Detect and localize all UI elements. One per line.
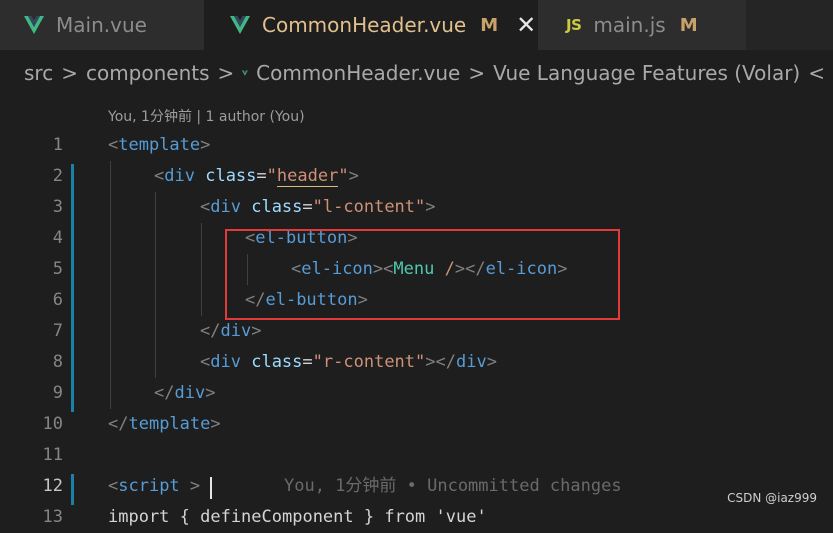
attr-value: header xyxy=(276,166,339,187)
code-line[interactable]: 8 <div class="r-content"></div> xyxy=(0,347,833,378)
tag-name: div xyxy=(174,383,206,403)
line-number: 4 xyxy=(52,228,63,248)
tag-name: div xyxy=(210,352,241,372)
line-number: 10 xyxy=(42,414,63,434)
tag-name: script xyxy=(118,476,180,496)
chevron-right-icon: > xyxy=(61,61,78,85)
code-text: <template> xyxy=(108,135,211,155)
tag-name: template xyxy=(118,135,201,155)
watermark: CSDN @iaz999 xyxy=(727,491,817,505)
line-number: 12 xyxy=(42,476,63,496)
code-text: <div class="header"> xyxy=(154,166,359,187)
code-text: </template> xyxy=(108,414,221,434)
tag-name: template xyxy=(128,414,211,434)
line-number: 13 xyxy=(42,507,63,527)
vue-icon xyxy=(24,16,44,34)
code-line[interactable]: 3 <div class="l-content"> xyxy=(0,192,833,223)
tab-commonheader-vue[interactable]: CommonHeader.vue M ✕ xyxy=(204,0,538,50)
close-tab-icon[interactable]: ✕ xyxy=(516,13,536,37)
code-line[interactable]: 2 <div class="header"> xyxy=(0,161,833,192)
breadcrumb: src > components > CommonHeader.vue > Vu… xyxy=(0,50,833,96)
inline-blame: You, 1分钟前 • Uncommitted changes xyxy=(284,476,622,496)
js-icon: JS xyxy=(566,16,582,34)
line-number: 1 xyxy=(52,135,63,155)
line-number: 2 xyxy=(52,166,63,186)
chevron-left-icon[interactable]: < xyxy=(808,61,825,85)
tag-name: div xyxy=(210,197,241,217)
tab-label: CommonHeader.vue xyxy=(262,13,467,37)
git-blame-codelens[interactable]: You, 1分钟前 | 1 author (You) xyxy=(108,106,305,126)
editor-tab-bar: Main.vue CommonHeader.vue M ✕ JS main.js… xyxy=(0,0,833,50)
line-number: 7 xyxy=(52,321,63,341)
code-line[interactable]: 13 import { defineComponent } from 'vue' xyxy=(0,502,833,533)
code-text: </div> xyxy=(154,383,216,403)
code-text: </div> xyxy=(200,321,262,341)
line-number: 5 xyxy=(52,259,63,279)
line-number: 9 xyxy=(52,383,63,403)
code-line[interactable]: 10 </template> xyxy=(0,409,833,440)
code-line[interactable]: 1 <template> xyxy=(0,130,833,161)
tag-name: div xyxy=(220,321,252,341)
text-cursor xyxy=(210,477,212,499)
line-number: 8 xyxy=(52,352,63,372)
code-text: <script > xyxy=(108,476,201,496)
code-text: import { defineComponent } from 'vue' xyxy=(108,507,487,527)
tag-name: div xyxy=(456,352,487,372)
breadcrumb-symbol[interactable]: Vue Language Features (Volar) xyxy=(493,61,800,85)
code-line[interactable]: 7 </div> xyxy=(0,316,833,347)
breadcrumb-file[interactable]: CommonHeader.vue xyxy=(256,61,460,85)
vue-icon xyxy=(242,70,249,76)
chevron-right-icon: > xyxy=(217,61,235,85)
attr-value: l-content xyxy=(322,197,416,217)
attr-name: class xyxy=(251,197,303,217)
tag-name: div xyxy=(164,166,195,186)
breadcrumb-components[interactable]: components xyxy=(86,61,210,85)
code-text: <div class="r-content"></div> xyxy=(200,352,497,372)
code-line[interactable]: 12 <script > You, 1分钟前 • Uncommitted cha… xyxy=(0,471,833,502)
code-text: <div class="l-content"> xyxy=(200,197,436,217)
vue-icon xyxy=(230,16,250,34)
breadcrumb-src[interactable]: src xyxy=(24,61,53,85)
tab-label: Main.vue xyxy=(56,13,147,37)
line-number: 6 xyxy=(52,290,63,310)
modified-badge: M xyxy=(480,14,499,36)
line-number: 11 xyxy=(42,445,63,465)
tab-main-vue[interactable]: Main.vue xyxy=(0,0,204,50)
attr-name: class xyxy=(205,166,257,186)
line-number: 3 xyxy=(52,197,63,217)
tab-main-js[interactable]: JS main.js M xyxy=(538,0,746,50)
tab-label: main.js xyxy=(593,13,666,37)
code-line[interactable]: 11 xyxy=(0,440,833,471)
modified-badge: M xyxy=(679,14,698,36)
attr-name: class xyxy=(251,352,303,372)
code-line[interactable]: 9 </div> xyxy=(0,378,833,409)
attr-value: r-content xyxy=(322,352,416,372)
chevron-right-icon: > xyxy=(468,61,486,85)
highlight-box xyxy=(225,229,620,320)
